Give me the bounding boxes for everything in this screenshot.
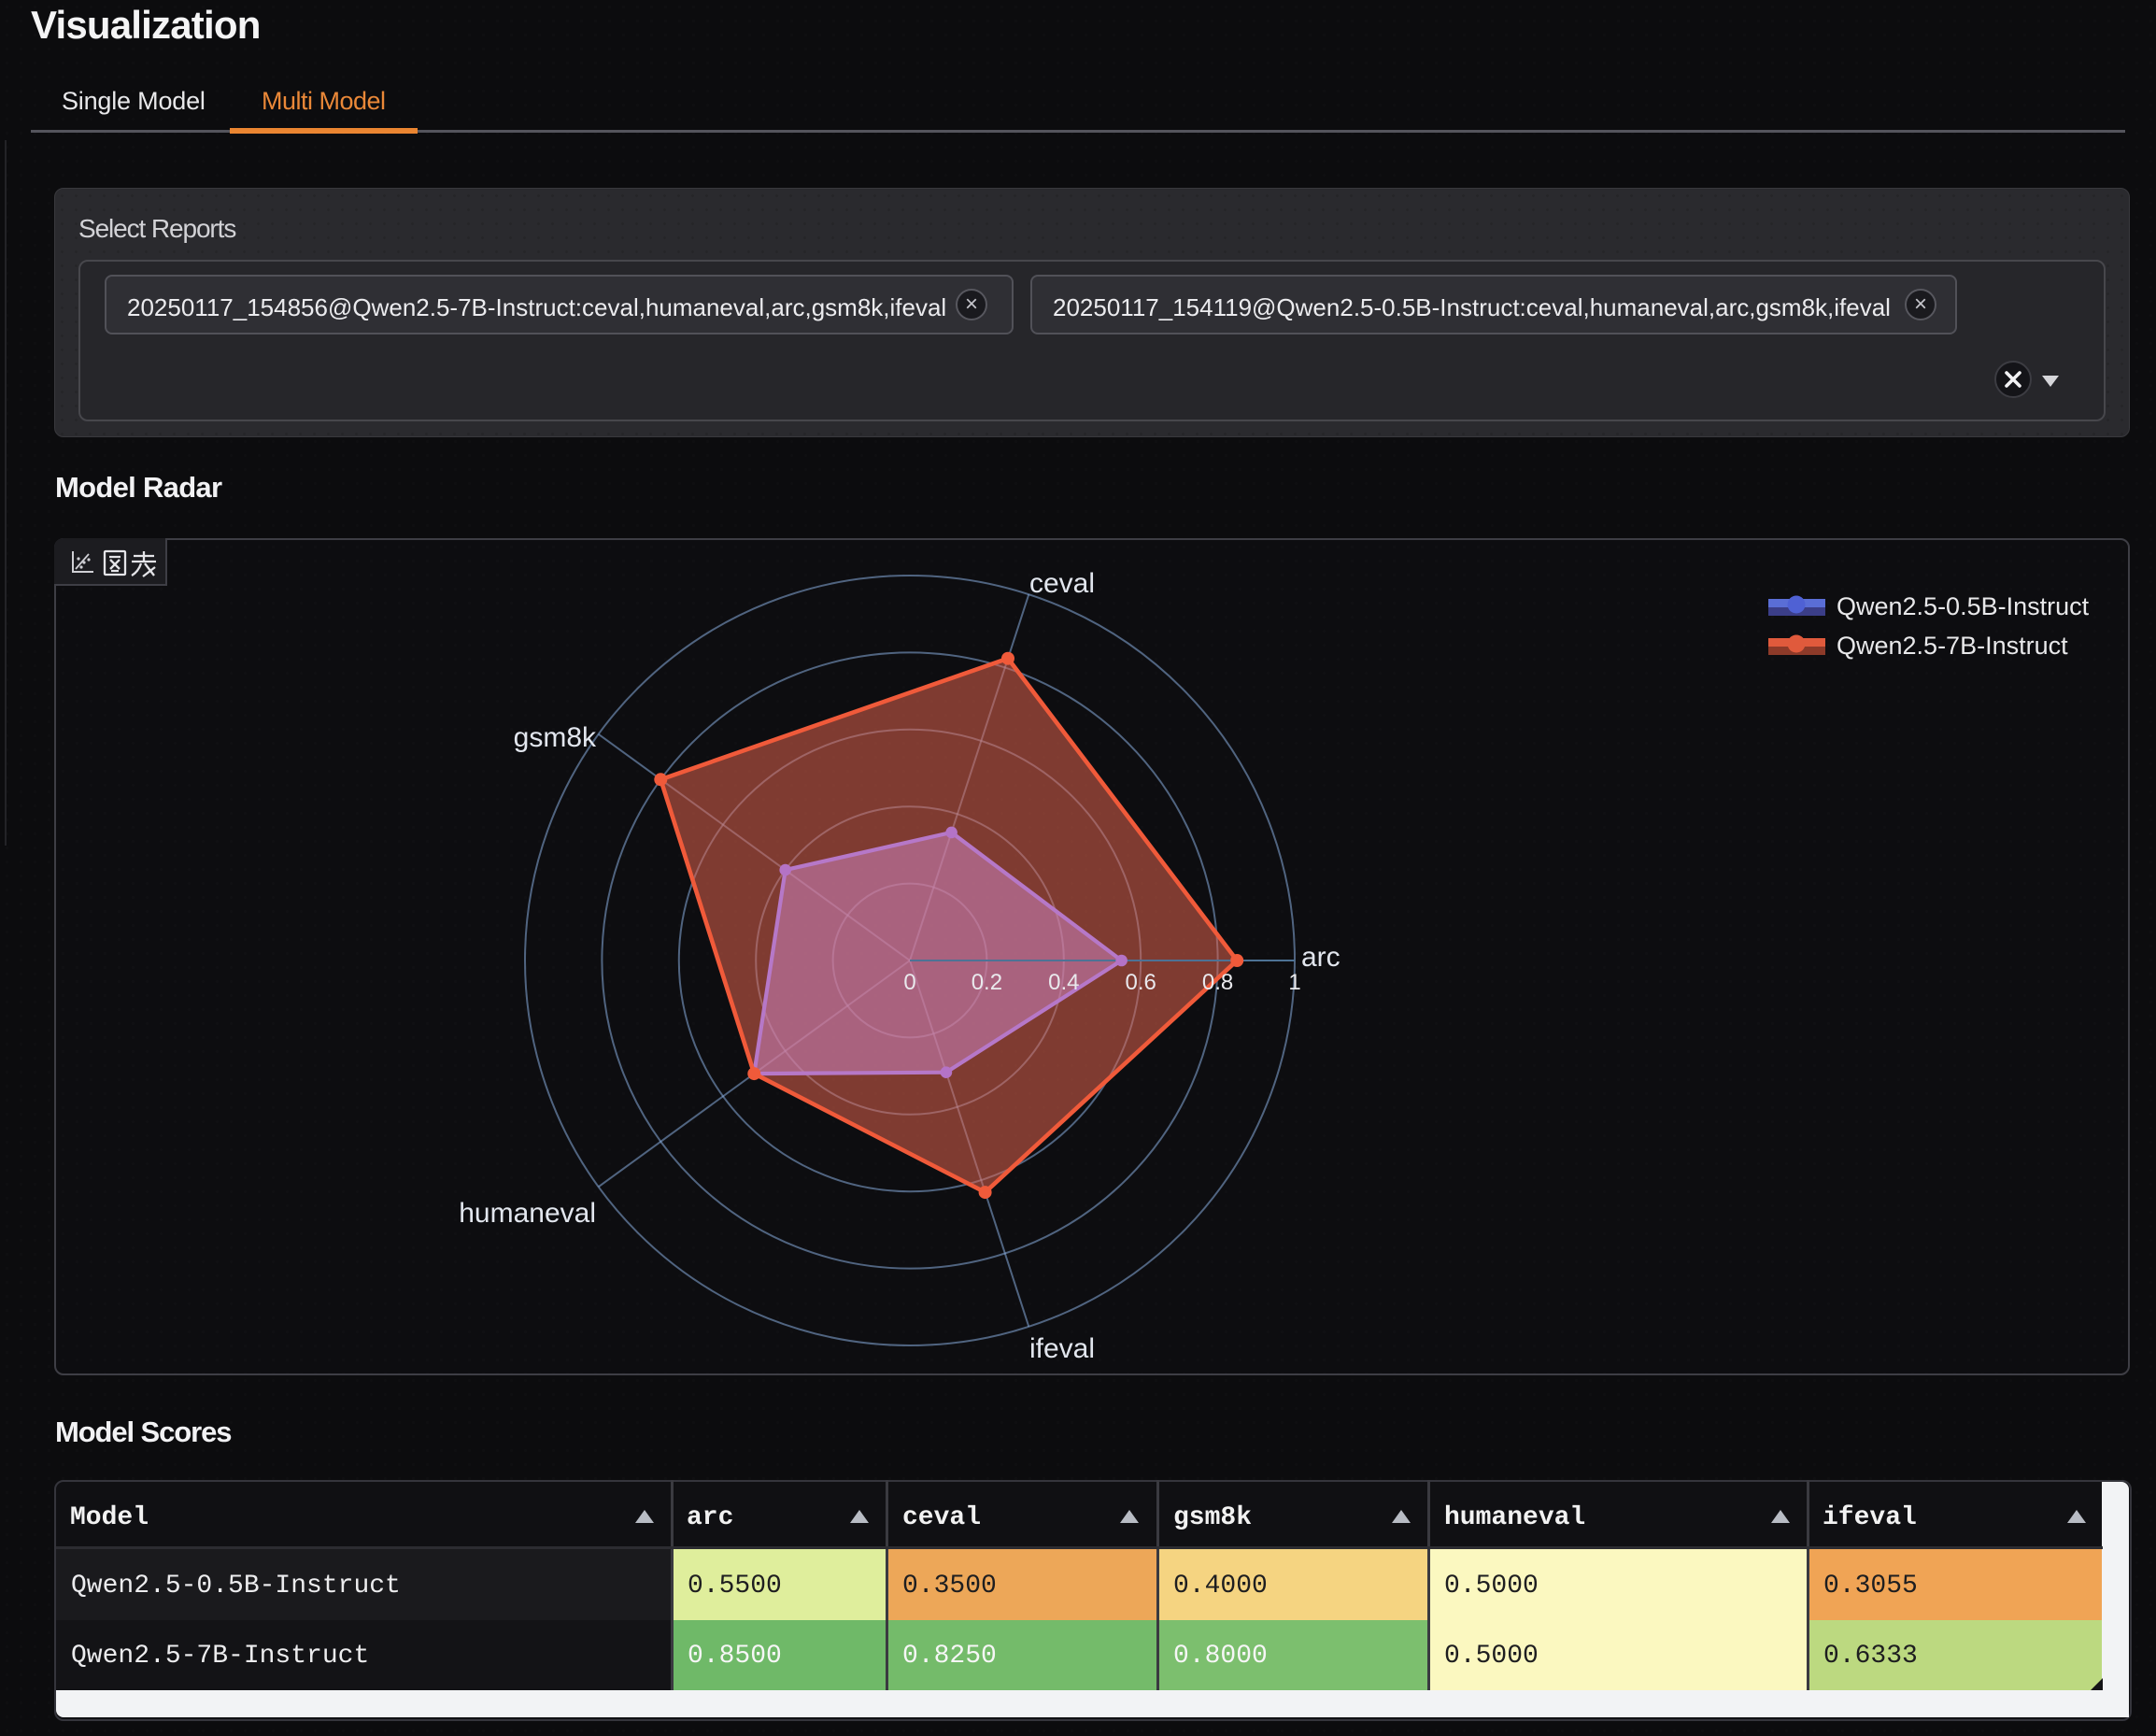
svg-text:0.6: 0.6	[1126, 970, 1156, 995]
svg-text:humaneval: humaneval	[459, 1198, 596, 1229]
svg-text:0.8: 0.8	[1202, 970, 1233, 995]
svg-text:0: 0	[903, 970, 915, 995]
svg-text:gsm8k: gsm8k	[514, 722, 597, 753]
svg-text:0.2: 0.2	[972, 970, 1002, 995]
svg-text:ifeval: ifeval	[1029, 1333, 1095, 1364]
svg-text:Qwen2.5-0.5B-Instruct: Qwen2.5-0.5B-Instruct	[1837, 592, 2090, 620]
svg-text:0.4: 0.4	[1048, 970, 1079, 995]
svg-text:1: 1	[1288, 970, 1300, 995]
svg-text:arc: arc	[1301, 942, 1340, 973]
svg-text:ceval: ceval	[1029, 568, 1095, 599]
svg-text:Qwen2.5-7B-Instruct: Qwen2.5-7B-Instruct	[1837, 632, 2068, 660]
